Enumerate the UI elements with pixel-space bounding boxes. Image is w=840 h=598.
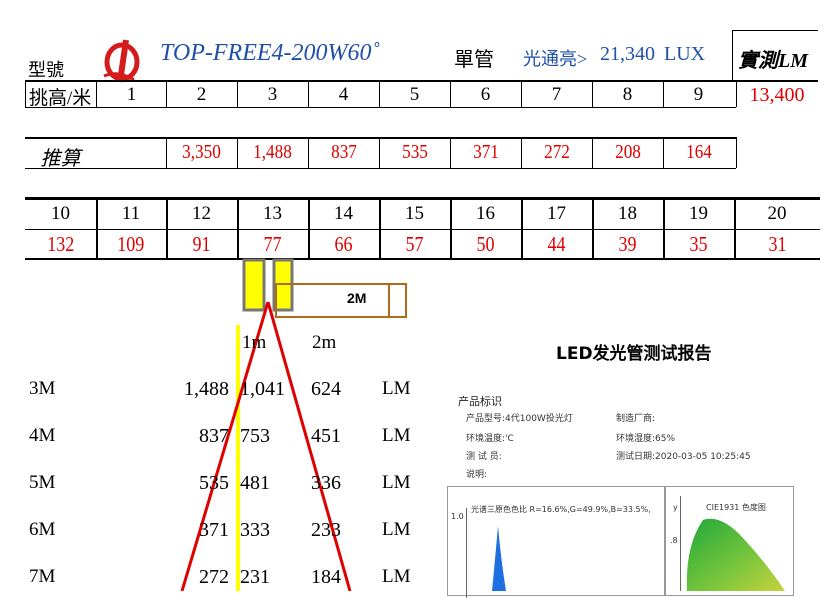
lumen-row-unit: LM: [382, 425, 411, 446]
report-title: LED发光管测试报告: [556, 344, 712, 364]
cie-title: CIE1931 色度图: [706, 503, 766, 512]
report-model-line: 产品型号:4代100W投光灯: [466, 414, 573, 424]
spectrum-axis-line: [466, 508, 467, 598]
distance-box: [275, 283, 407, 318]
lumen-row-center: 272: [199, 566, 229, 588]
cie-locus: [686, 518, 785, 591]
lumen-row-center: 1,488: [184, 378, 229, 400]
distance-label: 2M: [347, 290, 367, 306]
lumen-row-unit: LM: [382, 519, 411, 540]
lumen-row-at-2m: 336: [311, 472, 341, 494]
lumen-row-at-2m: 184: [311, 566, 341, 588]
lumen-row-height: 6M: [29, 519, 56, 540]
lumen-row-unit: LM: [382, 378, 411, 399]
lumen-row-at-2m: 233: [311, 519, 341, 541]
lumen-row-unit: LM: [382, 566, 411, 587]
report-section-label: 产品标识: [458, 395, 502, 408]
col-2m-label: 2m: [312, 332, 337, 353]
cie-axis-val: .8: [670, 536, 678, 545]
lumen-row-at-2m: 624: [311, 378, 341, 400]
cie-axis-y: y: [673, 503, 678, 512]
report-humidity-line: 环境湿度:65%: [616, 434, 676, 444]
spectrum-axis-label: 1.0: [451, 512, 464, 521]
report-date-line: 测试日期:2020-03-05 10:25:45: [616, 452, 751, 462]
spectrum-panel: [447, 486, 666, 596]
lumen-row-height: 7M: [29, 566, 56, 587]
lumen-row-center: 837: [199, 425, 229, 447]
report-note-line: 说明:: [466, 470, 488, 480]
report-tester-line: 测 试 员:: [466, 452, 502, 462]
spectrum-peak: [492, 526, 506, 591]
lumen-row-center: 535: [199, 472, 229, 494]
lumen-row-height: 3M: [29, 378, 56, 399]
lumen-row-height: 4M: [29, 425, 56, 446]
report-maker-line: 制造厂商:: [616, 414, 656, 424]
lumen-row-at-2m: 451: [311, 425, 341, 447]
fixture-left: [242, 258, 266, 312]
col-1m-label: 1m: [242, 332, 267, 353]
lumen-row-center: 371: [199, 519, 229, 541]
spectrum-caption: 光谱三原色色比 R=16.6%,G=49.9%,B=33.5%,: [471, 505, 651, 514]
report-temp-line: 环境温度:'C: [466, 434, 514, 444]
lumen-row-height: 5M: [29, 472, 56, 493]
lumen-row-unit: LM: [382, 472, 411, 493]
